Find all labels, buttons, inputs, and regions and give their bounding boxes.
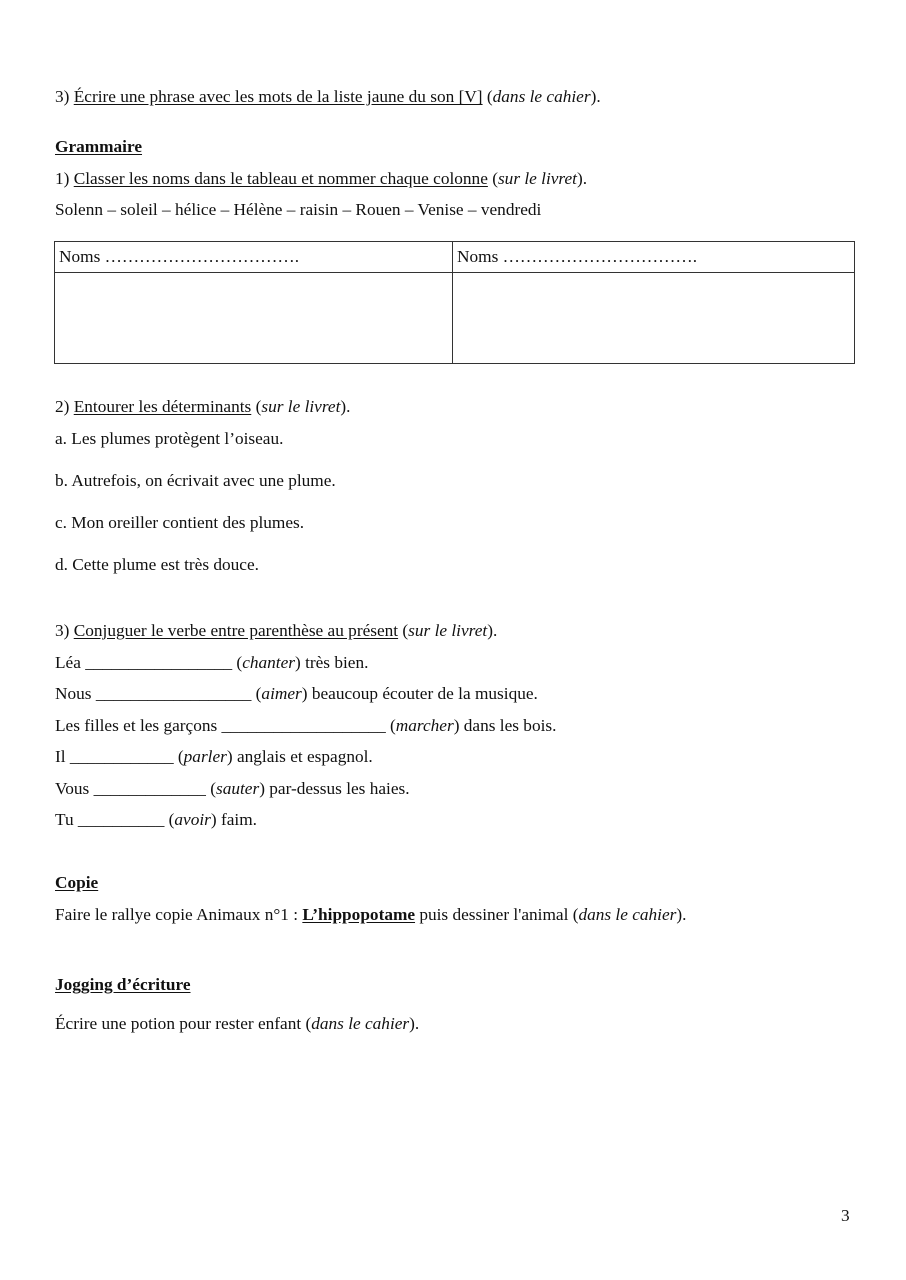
paren-close: ). bbox=[340, 397, 351, 416]
location-note: sur le livret bbox=[261, 397, 341, 416]
sentence-rest: anglais et espagnol. bbox=[232, 747, 373, 766]
subject: Tu bbox=[55, 810, 78, 829]
grammaire-heading: Grammaire bbox=[55, 137, 142, 157]
paren-close: ). bbox=[590, 87, 601, 106]
subject: Léa bbox=[55, 653, 86, 672]
instruction-text: Conjuguer le verbe entre parenthèse au p… bbox=[73, 621, 399, 640]
location-note: dans le cahier bbox=[578, 905, 677, 924]
paren-open: ( bbox=[398, 621, 409, 640]
infinitive-verb: avoir bbox=[174, 810, 211, 829]
sentence-rest: dans les bois. bbox=[459, 716, 557, 735]
conjugation-line: Léa _________________ (chanter) très bie… bbox=[55, 653, 369, 672]
sentence-item: a. Les plumes protègent l’oiseau. bbox=[55, 429, 284, 448]
location-note: sur le livret bbox=[497, 169, 577, 188]
column-header-2[interactable]: Noms ……………………………. bbox=[457, 247, 697, 267]
word-list: Solenn – soleil – hélice – Hélène – rais… bbox=[55, 200, 542, 219]
sentence-item: d. Cette plume est très douce. bbox=[55, 555, 259, 574]
item-number: 1) bbox=[55, 169, 74, 188]
jogging-text: Écrire une potion pour rester enfant ( bbox=[55, 1014, 312, 1033]
infinitive-verb: marcher bbox=[395, 716, 454, 735]
answer-blank[interactable]: __________ bbox=[78, 810, 164, 829]
paren-close: ). bbox=[487, 621, 498, 640]
column-2-cell[interactable] bbox=[453, 273, 854, 363]
heading-text: Jogging d’écriture bbox=[55, 975, 191, 994]
instruction-text: Entourer les déterminants bbox=[73, 397, 252, 416]
grammaire-ex3-instruction: 3) Conjuguer le verbe entre parenthèse a… bbox=[55, 621, 497, 641]
copie-title: L’hippopotame bbox=[302, 905, 416, 924]
paren-open: ( bbox=[482, 87, 493, 106]
location-note: dans le cahier bbox=[311, 1014, 410, 1033]
jogging-instruction: Écrire une potion pour rester enfant (da… bbox=[55, 1014, 419, 1034]
copie-text: Faire le rallye copie Animaux n°1 : bbox=[55, 905, 303, 924]
infinitive-verb: aimer bbox=[261, 684, 302, 703]
infinitive-verb: sauter bbox=[215, 779, 260, 798]
item-number: 3) bbox=[55, 621, 74, 640]
conjugation-line: Les filles et les garçons ______________… bbox=[55, 716, 557, 735]
copie-heading: Copie bbox=[55, 873, 98, 893]
grammaire-ex2-instruction: 2) Entourer les déterminants (sur le liv… bbox=[55, 397, 350, 417]
instruction-text: Classer les noms dans le tableau et nomm… bbox=[73, 169, 488, 188]
infinitive-verb: parler bbox=[183, 747, 227, 766]
paren-open: ( bbox=[487, 169, 498, 188]
item-number: 2) bbox=[55, 397, 74, 416]
conjugation-line: Il ____________ (parler) anglais et espa… bbox=[55, 747, 373, 766]
answer-blank[interactable]: ____________ bbox=[70, 747, 174, 766]
paren-close: ). bbox=[676, 905, 687, 924]
sentence-rest: beaucoup écouter de la musique. bbox=[307, 684, 538, 703]
sentence-item: b. Autrefois, on écrivait avec une plume… bbox=[55, 471, 336, 490]
answer-blank[interactable]: _____________ bbox=[94, 779, 206, 798]
sentence-rest: faim. bbox=[216, 810, 257, 829]
subject: Nous bbox=[55, 684, 96, 703]
conjugation-line: Nous __________________ (aimer) beaucoup… bbox=[55, 684, 538, 703]
answer-blank[interactable]: _________________ bbox=[85, 653, 232, 672]
heading-text: Grammaire bbox=[55, 137, 143, 156]
sentence-rest: très bien. bbox=[300, 653, 369, 672]
vocab-instruction-3: 3) Écrire une phrase avec les mots de la… bbox=[55, 87, 601, 107]
answer-blank[interactable]: ___________________ bbox=[222, 716, 386, 735]
page-number: 3 bbox=[841, 1206, 850, 1225]
conjugation-line: Vous _____________ (sauter) par-dessus l… bbox=[55, 779, 410, 798]
paren-close: ). bbox=[409, 1014, 420, 1033]
column-header-1[interactable]: Noms ……………………………. bbox=[59, 247, 299, 267]
grammaire-ex1-instruction: 1) Classer les noms dans le tableau et n… bbox=[55, 169, 587, 189]
location-note: sur le livret bbox=[408, 621, 488, 640]
copie-instruction: Faire le rallye copie Animaux n°1 : L’hi… bbox=[55, 905, 686, 925]
instruction-text: Écrire une phrase avec les mots de la li… bbox=[73, 87, 483, 106]
column-1-cell[interactable] bbox=[55, 273, 452, 363]
answer-blank[interactable]: __________________ bbox=[96, 684, 252, 703]
sentence-item: c. Mon oreiller contient des plumes. bbox=[55, 513, 305, 532]
item-number: 3) bbox=[55, 87, 74, 106]
jogging-heading: Jogging d’écriture bbox=[55, 975, 191, 995]
classification-table: Noms ……………………………. Noms ……………………………. bbox=[54, 241, 855, 364]
copie-text-rest: puis dessiner l'animal ( bbox=[415, 905, 579, 924]
heading-text: Copie bbox=[55, 873, 99, 892]
subject: Il bbox=[55, 747, 70, 766]
subject: Vous bbox=[55, 779, 94, 798]
paren-open: ( bbox=[251, 397, 262, 416]
sentence-rest: par-dessus les haies. bbox=[264, 779, 410, 798]
conjugation-line: Tu __________ (avoir) faim. bbox=[55, 810, 257, 829]
paren-close: ). bbox=[576, 169, 588, 188]
infinitive-verb: chanter bbox=[242, 653, 295, 672]
location-note: dans le cahier bbox=[492, 87, 591, 106]
subject: Les filles et les garçons bbox=[55, 716, 222, 735]
